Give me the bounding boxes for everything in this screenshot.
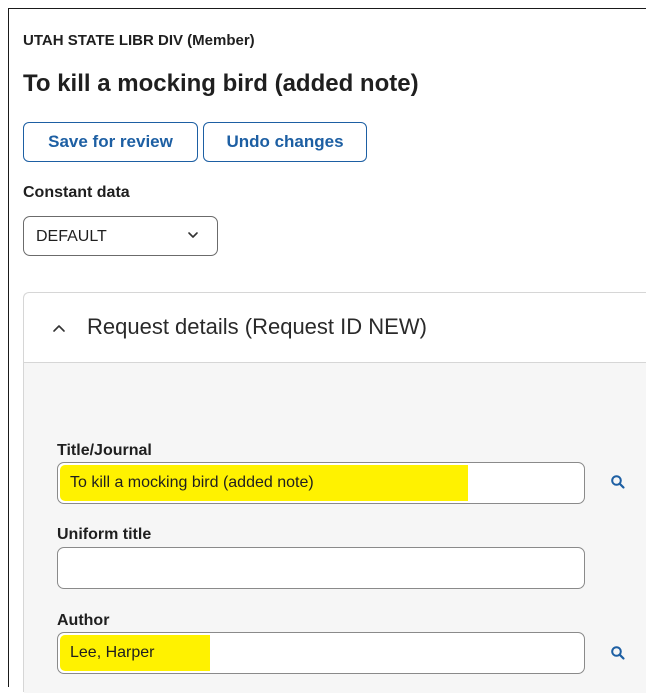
constant-data-select[interactable]: DEFAULT [23, 216, 218, 256]
author-input[interactable]: Lee, Harper [57, 632, 585, 674]
request-details-title: Request details (Request ID NEW) [87, 314, 427, 339]
title-journal-value: To kill a mocking bird (added note) [60, 465, 468, 501]
author-label: Author [57, 612, 110, 629]
chevron-down-icon [188, 232, 198, 238]
page-title: To kill a mocking bird (added note) [23, 70, 419, 97]
uniform-title-input[interactable] [57, 547, 585, 589]
chevron-up-icon [53, 325, 65, 332]
search-icon[interactable] [610, 474, 626, 490]
constant-data-value: DEFAULT [36, 228, 107, 245]
request-details-header[interactable]: Request details (Request ID NEW) [24, 293, 646, 363]
constant-data-label: Constant data [23, 184, 130, 201]
institution-name: UTAH STATE LIBR DIV (Member) [23, 32, 255, 49]
title-journal-label: Title/Journal [57, 442, 152, 459]
author-value: Lee, Harper [60, 635, 210, 671]
search-icon[interactable] [610, 645, 626, 661]
undo-changes-button[interactable]: Undo changes [203, 122, 367, 162]
uniform-title-label: Uniform title [57, 526, 152, 543]
title-journal-input[interactable]: To kill a mocking bird (added note) [57, 462, 585, 504]
save-for-review-button[interactable]: Save for review [23, 122, 198, 162]
